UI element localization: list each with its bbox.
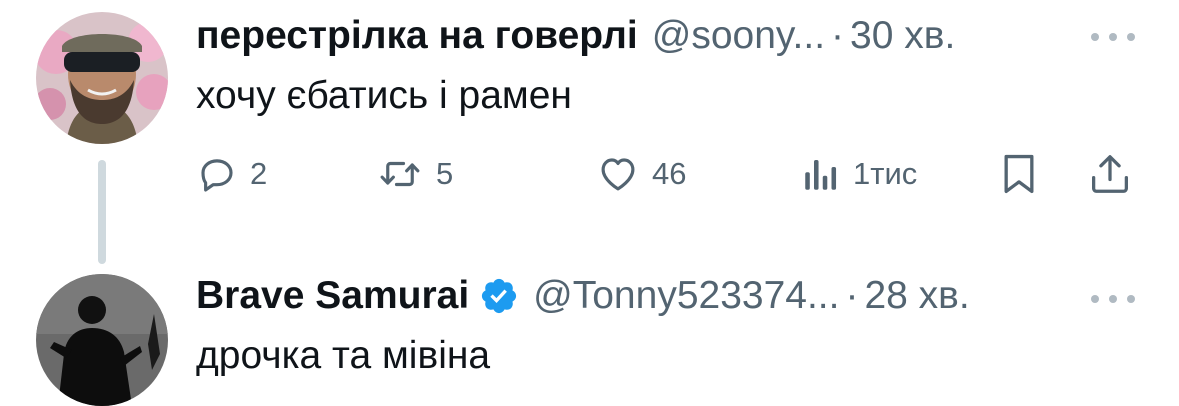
timestamp[interactable]: 30 хв. (850, 14, 955, 58)
display-name[interactable]: перестрілка на говерлі (196, 14, 638, 58)
reply-button[interactable]: 2 (196, 150, 267, 198)
tweet-actions: 2 5 46 1тис (196, 150, 1146, 198)
tweet-header: Brave Samurai @Tonny523374... · 28 хв. (196, 274, 970, 318)
tweet[interactable]: перестрілка на говерлі @soony... · 30 хв… (0, 0, 1179, 270)
thread-line (98, 160, 106, 264)
tweet[interactable]: Brave Samurai @Tonny523374... · 28 хв. д… (0, 270, 1179, 406)
tweet-header: перестрілка на говерлі @soony... · 30 хв… (196, 14, 955, 58)
like-icon (596, 153, 640, 195)
avatar[interactable] (36, 274, 168, 406)
like-count: 46 (652, 156, 687, 191)
repost-count: 5 (436, 156, 454, 191)
display-name[interactable]: Brave Samurai (196, 274, 469, 318)
share-button[interactable] (1090, 150, 1130, 198)
tweet-text: хочу єбатись і рамен (196, 74, 572, 117)
avatar[interactable] (36, 12, 168, 144)
bookmark-button[interactable] (999, 150, 1039, 198)
separator-dot: · (831, 14, 845, 57)
share-icon (1090, 152, 1130, 196)
tweet-text: дрочка та мівіна (196, 334, 491, 377)
reply-count: 2 (250, 156, 268, 191)
more-icon[interactable] (1091, 30, 1135, 44)
like-button[interactable]: 46 (596, 150, 686, 198)
reply-icon (196, 153, 238, 195)
verified-badge-icon (479, 276, 519, 316)
separator-dot: · (845, 274, 859, 317)
bookmark-icon (999, 152, 1039, 196)
views-button[interactable]: 1тис (801, 150, 917, 198)
more-icon[interactable] (1091, 292, 1135, 306)
user-handle[interactable]: @Tonny523374... (533, 274, 839, 318)
repost-button[interactable]: 5 (376, 150, 453, 198)
timestamp[interactable]: 28 хв. (864, 274, 969, 318)
user-handle[interactable]: @soony... (652, 14, 825, 58)
views-icon (801, 153, 841, 195)
repost-icon (376, 153, 424, 195)
views-count: 1тис (853, 156, 918, 191)
